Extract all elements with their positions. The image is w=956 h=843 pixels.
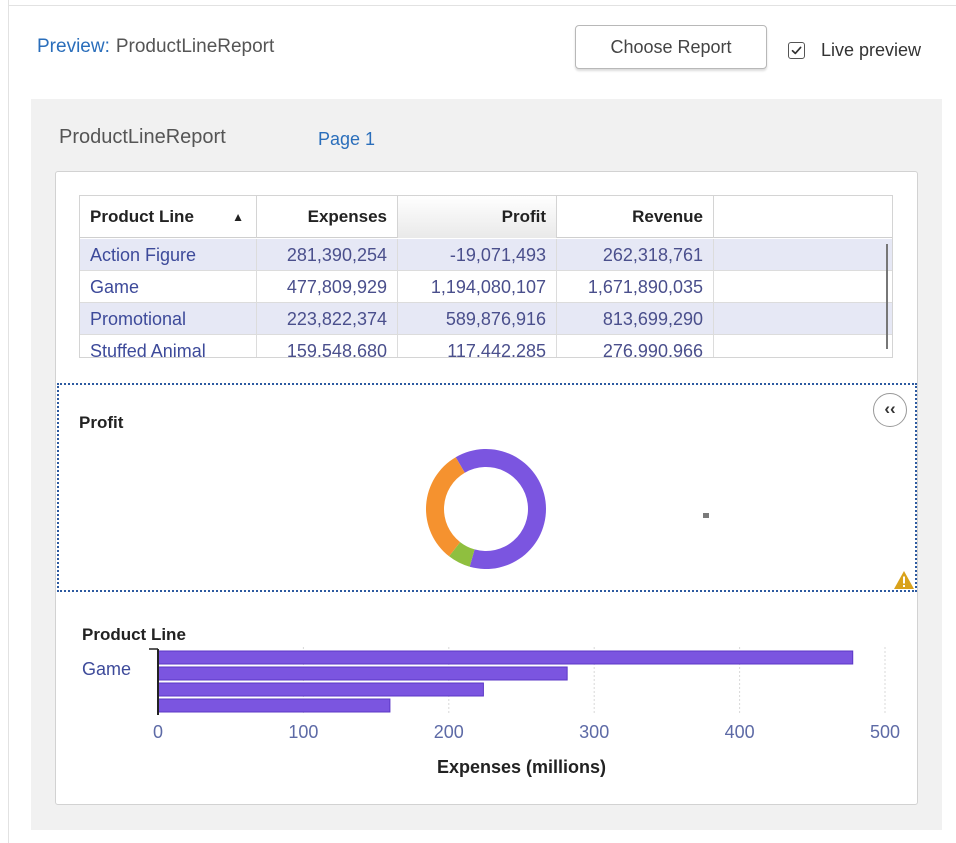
live-preview-checkbox[interactable] [788,41,805,59]
column-header-label: Product Line [90,207,194,226]
sort-ascending-icon: ▲ [232,210,244,224]
cell-product-line: Stuffed Animal [80,335,257,357]
cell-expenses: 223,822,374 [257,303,398,335]
bar-chart[interactable]: Game 0 100 200 300 400 500 Expenses (millions) [70,645,910,790]
list-table[interactable]: Product Line ▲ Expenses Profit Revenue A… [79,195,893,358]
left-border [8,0,9,843]
preview-report-name: ProductLineReport [115,36,275,57]
table-row[interactable]: Game 477,809,929 1,194,080,107 1,671,890… [80,271,892,303]
top-border [8,5,956,6]
table-vertical-scrollbar[interactable] [886,244,888,349]
table-header-row: Product Line ▲ Expenses Profit Revenue [80,196,892,238]
cell-profit: 1,194,080,107 [398,271,557,303]
cell-product-line: Action Figure [80,239,257,271]
preview-label: Preview: [37,36,110,57]
bar-action-figure[interactable] [157,666,568,681]
cell-profit: 117,442,285 [398,335,557,357]
donut-chart-title: Profit [79,413,124,432]
x-axis-tick-label: 200 [434,722,464,742]
table-row[interactable]: Promotional 223,822,374 589,876,916 813,… [80,303,892,335]
cell-revenue: 1,671,890,035 [557,271,714,303]
page-1-link[interactable]: Page 1 [318,129,375,150]
live-preview-label: Live preview [821,39,922,60]
bar-chart-title: Product Line [82,625,186,644]
x-axis-tick-label: 400 [725,722,755,742]
double-chevron-left-icon: ‹‹ [884,399,896,418]
preview-header: Preview: ProductLineReport [37,36,274,58]
cell-revenue: 262,318,761 [557,239,714,271]
report-title: ProductLineReport [59,126,226,148]
column-header-revenue[interactable]: Revenue [557,196,714,238]
x-axis-tick-label: 0 [153,722,163,742]
bar-stuffed-animal[interactable] [157,698,391,713]
cell-expenses: 477,809,929 [257,271,398,303]
cell-expenses: 281,390,254 [257,239,398,271]
cell-product-line: Promotional [80,303,257,335]
cell-profit: -19,071,493 [398,239,557,271]
table-row[interactable]: Stuffed Animal 159,548,680 117,442,285 2… [80,335,892,357]
column-header-product-line[interactable]: Product Line ▲ [80,196,257,238]
legend-marker [703,513,709,518]
choose-report-button[interactable]: Choose Report [575,25,767,69]
collapse-panel-button[interactable]: ‹‹ [873,393,907,427]
warning-icon[interactable] [893,570,915,590]
table-row[interactable]: Action Figure 281,390,254 -19,071,493 26… [80,239,892,271]
donut-slice-promotional[interactable] [426,457,465,557]
y-axis-category-label: Game [82,659,131,679]
x-axis-title: Expenses (millions) [437,757,606,777]
x-axis-tick-label: 300 [579,722,609,742]
cell-expenses: 159,548,680 [257,335,398,357]
cell-profit: 589,876,916 [398,303,557,335]
column-header-expenses[interactable]: Expenses [257,196,398,238]
x-axis-tick-label: 100 [288,722,318,742]
cell-revenue: 813,699,290 [557,303,714,335]
cell-revenue: 276,990,966 [557,335,714,357]
donut-chart[interactable] [424,447,548,571]
checkmark-icon [791,46,802,54]
bar-game[interactable] [157,650,854,665]
x-axis-tick-label: 500 [870,722,900,742]
cell-product-line: Game [80,271,257,303]
live-preview-toggle[interactable]: Live preview [788,38,921,62]
column-header-profit[interactable]: Profit [398,196,557,238]
bar-promotional[interactable] [157,682,484,697]
